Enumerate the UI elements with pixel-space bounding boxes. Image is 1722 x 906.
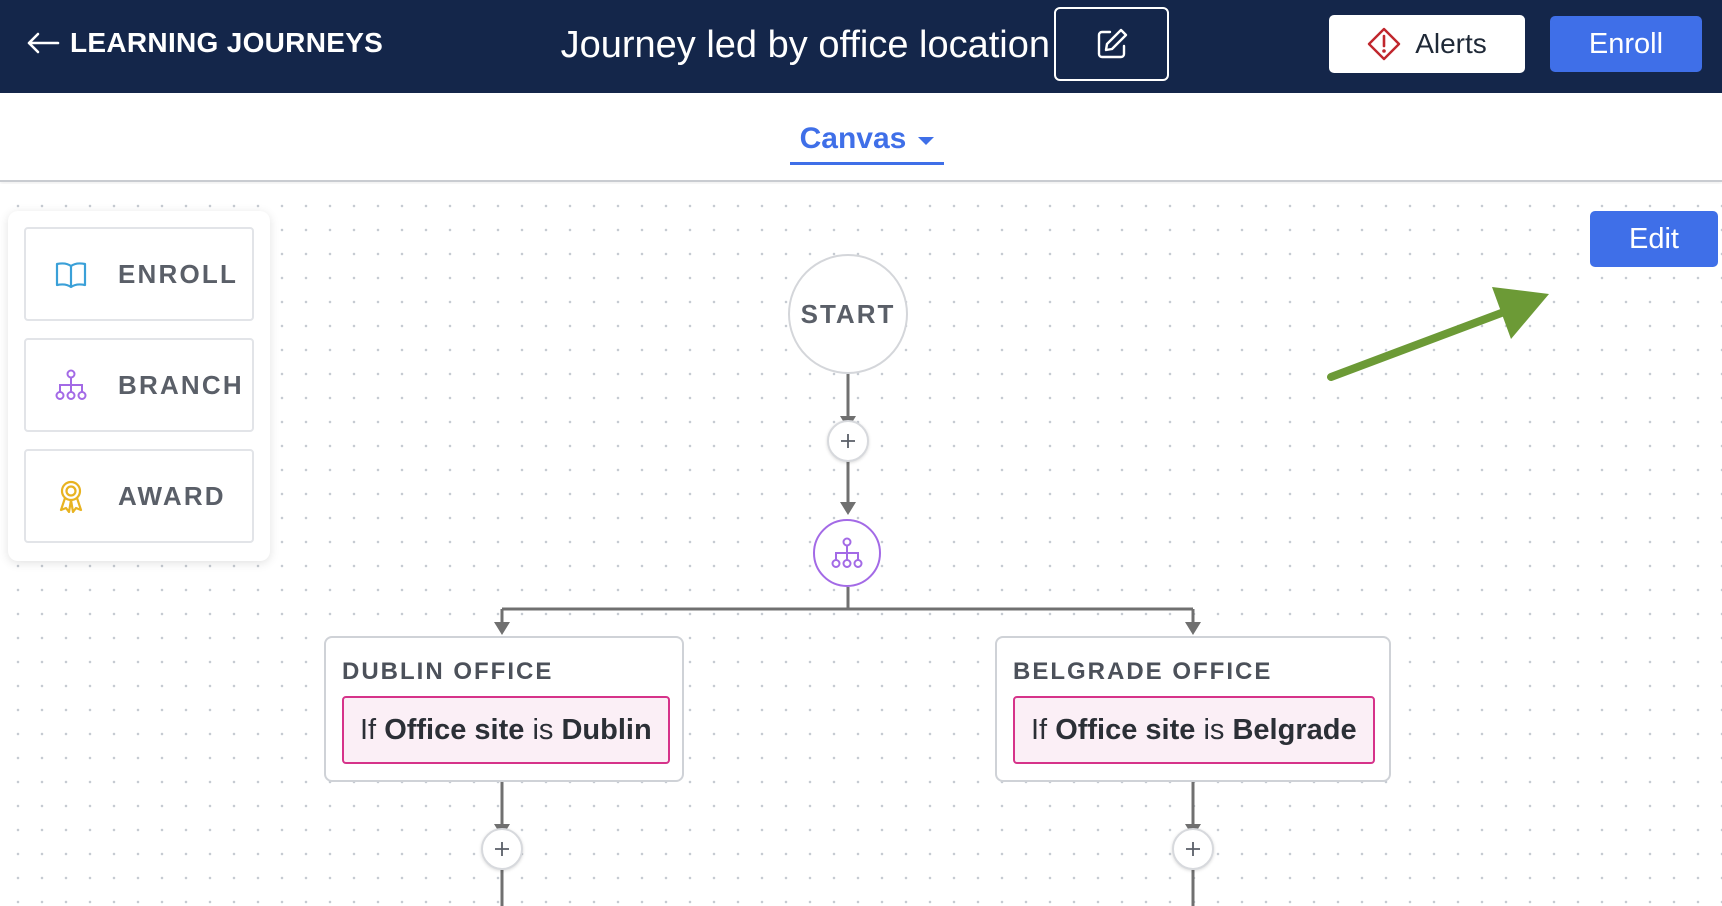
caret-down-icon xyxy=(918,136,935,145)
step-palette: ENROLL BRANCH AWARD xyxy=(8,211,270,561)
award-icon xyxy=(59,480,83,513)
plus-icon xyxy=(1186,842,1200,856)
add-step-button[interactable] xyxy=(1172,828,1214,870)
palette-item-enroll[interactable]: ENROLL xyxy=(24,227,254,321)
palette-item-label: AWARD xyxy=(118,480,226,511)
start-node: START xyxy=(788,254,908,374)
canvas-view-dropdown[interactable]: Canvas xyxy=(790,115,944,165)
palette-item-label: BRANCH xyxy=(118,369,244,400)
branch-condition[interactable]: If Office site is Belgrade xyxy=(1013,696,1375,764)
branch-icon xyxy=(831,537,863,568)
condition-operator: is xyxy=(1203,713,1225,746)
condition-prefix: If xyxy=(360,713,377,746)
journey-canvas[interactable]: ENROLL BRANCH AWARD Edit START DUBLIN OF… xyxy=(0,184,1722,906)
branch-title: BELGRADE OFFICE xyxy=(1013,658,1273,685)
branch-node[interactable] xyxy=(813,519,881,587)
condition-operator: is xyxy=(532,713,554,746)
branch-card-belgrade[interactable]: BELGRADE OFFICE If Office site is Belgra… xyxy=(995,636,1391,782)
top-bar: LEARNING JOURNEYS Journey led by office … xyxy=(0,0,1722,93)
branch-card-dublin[interactable]: DUBLIN OFFICE If Office site is Dublin xyxy=(324,636,684,782)
back-to-learning-journeys-link[interactable]: LEARNING JOURNEYS xyxy=(26,26,383,60)
view-bar: Canvas xyxy=(0,93,1722,182)
page-title: Journey led by office location xyxy=(560,24,1050,66)
canvas-view-label: Canvas xyxy=(799,121,907,155)
palette-item-award[interactable]: AWARD xyxy=(24,449,254,543)
add-step-button[interactable] xyxy=(481,828,523,870)
condition-field: Office site xyxy=(384,713,525,746)
edit-journey-button[interactable]: Edit xyxy=(1590,211,1718,267)
condition-value: Dublin xyxy=(561,713,652,746)
plus-icon xyxy=(495,842,509,856)
add-step-button[interactable] xyxy=(827,420,869,462)
pencil-square-icon xyxy=(1097,28,1127,59)
branch-condition[interactable]: If Office site is Dublin xyxy=(342,696,670,764)
condition-prefix: If xyxy=(1031,713,1048,746)
branch-title: DUBLIN OFFICE xyxy=(342,658,554,685)
plus-icon xyxy=(841,434,855,448)
edit-title-button[interactable] xyxy=(1054,7,1169,81)
alerts-label: Alerts xyxy=(1415,28,1487,59)
arrow-left-icon xyxy=(27,32,60,54)
alerts-button[interactable]: Alerts xyxy=(1329,15,1525,73)
warning-diamond-icon xyxy=(1368,27,1401,61)
book-icon xyxy=(55,262,87,289)
condition-field: Office site xyxy=(1055,713,1196,746)
condition-value: Belgrade xyxy=(1232,713,1357,746)
enroll-button[interactable]: Enroll xyxy=(1550,16,1702,72)
annotation-arrow xyxy=(1327,287,1549,381)
palette-item-branch[interactable]: BRANCH xyxy=(24,338,254,432)
palette-item-label: ENROLL xyxy=(118,258,239,289)
branch-icon xyxy=(55,369,87,400)
back-link-label: LEARNING JOURNEYS xyxy=(70,27,384,58)
